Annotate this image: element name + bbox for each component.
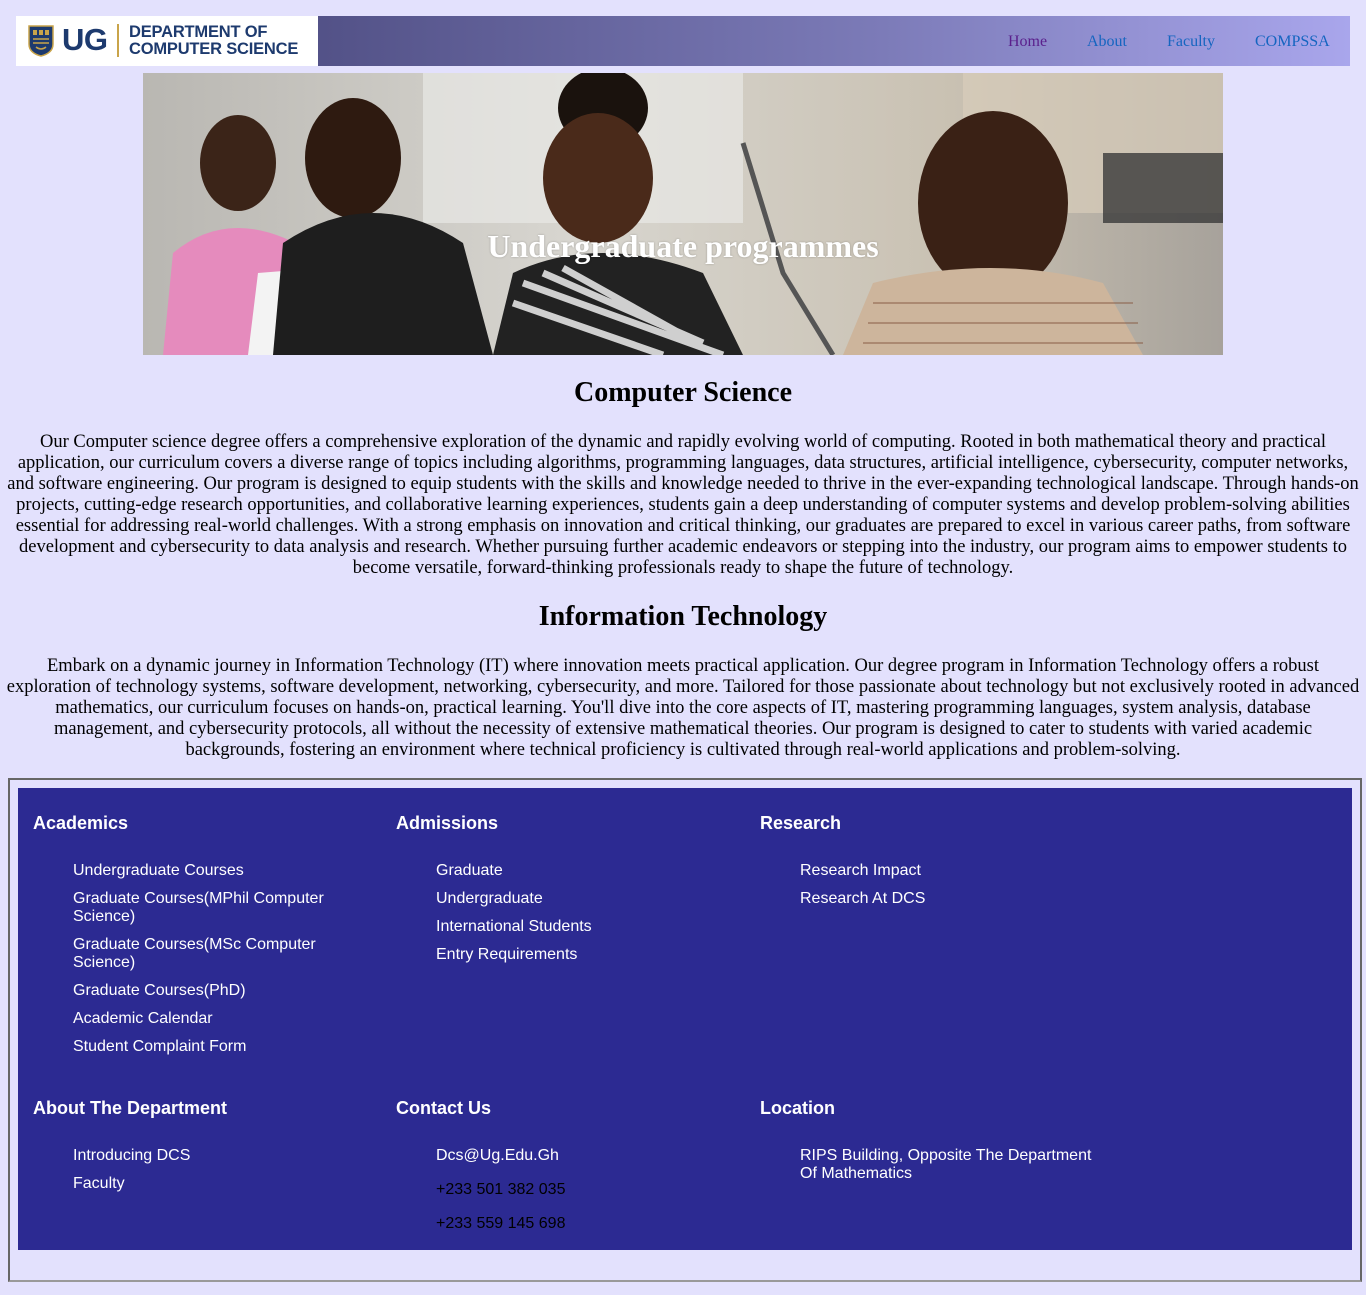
logo-divider xyxy=(117,24,119,57)
footer-link-msc-courses[interactable]: Graduate Courses(MSc Computer Science) xyxy=(73,936,343,972)
footer-link-phd-courses[interactable]: Graduate Courses(PhD) xyxy=(73,982,343,1000)
footer-contact-title: Contact Us xyxy=(396,1098,492,1118)
footer-contact-list: Dcs@Ug.Edu.Gh +233 501 382 035 +233 559 … xyxy=(396,1147,726,1233)
site-footer: Academics Undergraduate Courses Graduate… xyxy=(18,788,1352,1250)
footer-link-undergraduate[interactable]: Undergraduate xyxy=(436,890,726,908)
footer-admissions-list: Graduate Undergraduate International Stu… xyxy=(396,862,726,964)
nav-faculty[interactable]: Faculty xyxy=(1167,32,1215,52)
site-header: UG DEPARTMENT OF COMPUTER SCIENCE Home A… xyxy=(16,16,1350,66)
footer-location-list: RIPS Building, Opposite The Department O… xyxy=(760,1147,1100,1183)
footer-about-list: Introducing DCS Faculty xyxy=(33,1147,363,1193)
logo-department-text: DEPARTMENT OF COMPUTER SCIENCE xyxy=(129,24,298,58)
footer-location-title: Location xyxy=(760,1098,835,1118)
contact-email[interactable]: Dcs@Ug.Edu.Gh xyxy=(436,1147,726,1165)
footer-link-entry-requirements[interactable]: Entry Requirements xyxy=(436,946,726,964)
footer-about: About The Department Introducing DCS Fac… xyxy=(33,1097,363,1203)
cs-section-title: Computer Science xyxy=(574,377,792,408)
it-section-title: Information Technology xyxy=(538,601,828,632)
footer-link-research-impact[interactable]: Research Impact xyxy=(800,862,1090,880)
footer-location: Location RIPS Building, Opposite The Dep… xyxy=(760,1097,1091,1193)
cs-section-text: Our Computer science degree offers a com… xyxy=(7,432,1359,578)
logo-dept-line2: COMPUTER SCIENCE xyxy=(129,40,299,58)
footer-link-research-at-dcs[interactable]: Research At DCS xyxy=(800,890,1090,908)
location-address: RIPS Building, Opposite The Department O… xyxy=(800,1147,1092,1182)
hero-students-photo xyxy=(143,73,1223,355)
footer-link-faculty[interactable]: Faculty xyxy=(73,1175,363,1193)
logo-dept-line1: DEPARTMENT OF xyxy=(129,23,268,41)
footer-link-mphil-courses[interactable]: Graduate Courses(MPhil Computer Science) xyxy=(73,890,343,926)
hero-title: Undergraduate programmes xyxy=(487,228,879,264)
footer-link-international-students[interactable]: International Students xyxy=(436,918,726,936)
logo-ug-text: UG xyxy=(62,22,108,57)
nav-compssa[interactable]: COMPSSA xyxy=(1255,32,1330,52)
contact-phone-2[interactable]: +233 559 145 698 xyxy=(436,1215,726,1233)
nav-about[interactable]: About xyxy=(1087,32,1127,52)
footer-research: Research Research Impact Research At DCS xyxy=(760,812,1090,918)
footer-link-undergraduate-courses[interactable]: Undergraduate Courses xyxy=(73,862,343,880)
nav-home[interactable]: Home xyxy=(1008,32,1047,52)
footer-academics-list: Undergraduate Courses Graduate Courses(M… xyxy=(33,862,343,1056)
it-section-text: Embark on a dynamic journey in Informati… xyxy=(6,656,1360,760)
footer-contact: Contact Us Dcs@Ug.Edu.Gh +233 501 382 03… xyxy=(396,1097,726,1249)
footer-link-student-complaint-form[interactable]: Student Complaint Form xyxy=(73,1038,343,1056)
footer-link-academic-calendar[interactable]: Academic Calendar xyxy=(73,1010,343,1028)
footer-link-graduate[interactable]: Graduate xyxy=(436,862,726,880)
footer-academics-title: Academics xyxy=(33,813,129,833)
footer-admissions: Admissions Graduate Undergraduate Intern… xyxy=(396,812,726,974)
footer-academics: Academics Undergraduate Courses Graduate… xyxy=(33,812,363,1066)
footer-research-list: Research Impact Research At DCS xyxy=(760,862,1090,908)
footer-research-title: Research xyxy=(760,813,842,833)
site-logo[interactable]: UG DEPARTMENT OF COMPUTER SCIENCE xyxy=(16,16,318,66)
contact-phone-1[interactable]: +233 501 382 035 xyxy=(436,1181,726,1199)
hero-banner: Undergraduate programmes xyxy=(143,73,1223,355)
footer-link-introducing-dcs[interactable]: Introducing DCS xyxy=(73,1147,363,1165)
footer-about-title: About The Department xyxy=(33,1098,228,1118)
university-crest-icon xyxy=(28,25,54,57)
footer-admissions-title: Admissions xyxy=(396,813,499,833)
